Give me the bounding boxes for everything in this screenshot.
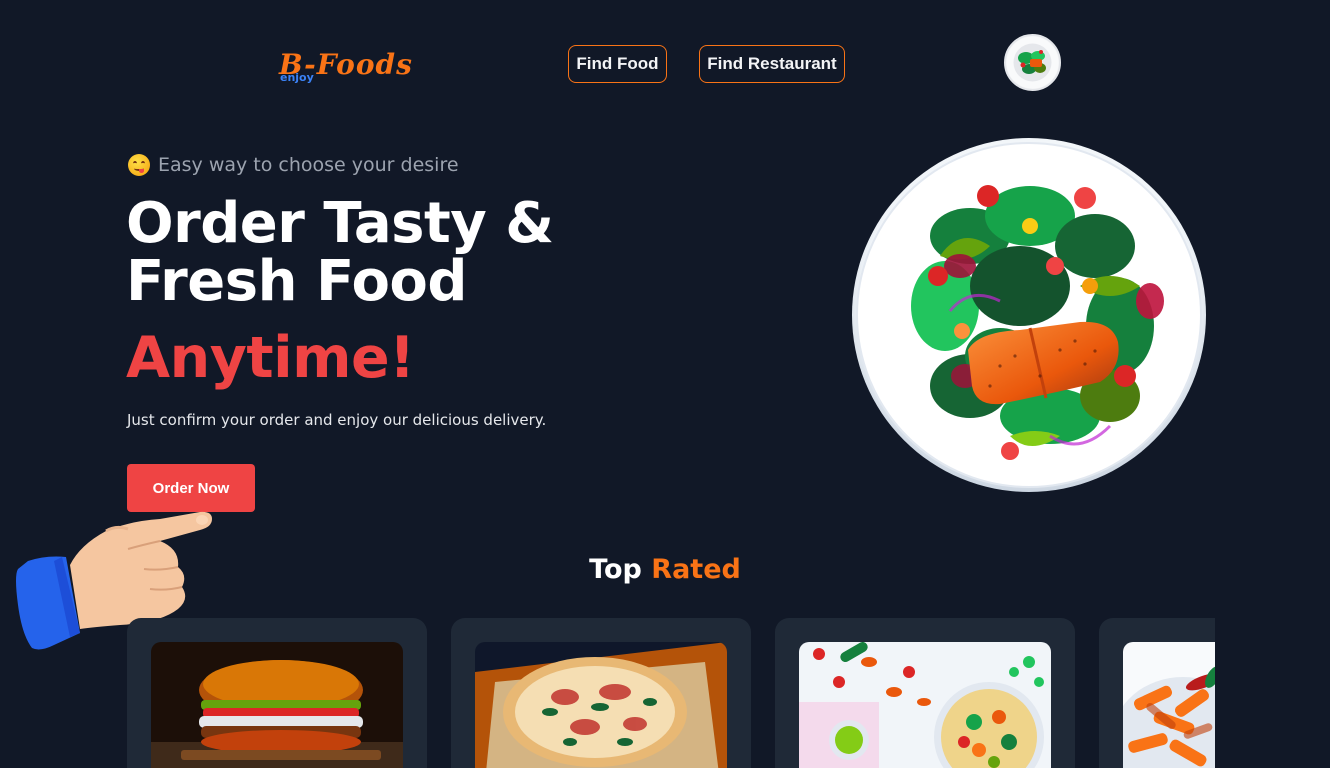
food-card[interactable] bbox=[451, 618, 751, 768]
landing-page: B-Foods enjoy Find Food Find Restaurant … bbox=[0, 0, 1330, 768]
hero-description: Just confirm your order and enjoy our de… bbox=[127, 411, 547, 429]
title-word-top: Top bbox=[589, 554, 642, 585]
vegetable-bowl-photo bbox=[799, 642, 1051, 768]
top-rated-title: Top Rated bbox=[0, 550, 1330, 590]
tagline-text: Easy way to choose your desire bbox=[158, 154, 459, 176]
tagline: Easy way to choose your desire bbox=[128, 154, 459, 176]
salad-avatar-icon[interactable] bbox=[1004, 34, 1061, 91]
pizza-photo bbox=[475, 642, 727, 768]
salmon-salad-plate bbox=[850, 136, 1208, 494]
hero-headline-accent: Anytime! bbox=[126, 325, 415, 391]
title-word-rated: Rated bbox=[651, 554, 741, 585]
burger-photo bbox=[151, 642, 403, 768]
brand-logo[interactable]: B-Foods enjoy bbox=[279, 46, 429, 88]
yum-face-emoji bbox=[128, 154, 150, 176]
food-card[interactable] bbox=[775, 618, 1075, 768]
find-food-button[interactable]: Find Food bbox=[568, 45, 667, 83]
find-restaurant-button[interactable]: Find Restaurant bbox=[699, 45, 845, 83]
top-rated-carousel[interactable] bbox=[127, 618, 1215, 768]
penne-pasta-photo bbox=[1123, 642, 1215, 768]
food-card[interactable] bbox=[1099, 618, 1215, 768]
logo-subtext: enjoy bbox=[280, 71, 314, 84]
hero-headline: Order Tasty & Fresh Food bbox=[126, 191, 554, 314]
food-card[interactable] bbox=[127, 618, 427, 768]
